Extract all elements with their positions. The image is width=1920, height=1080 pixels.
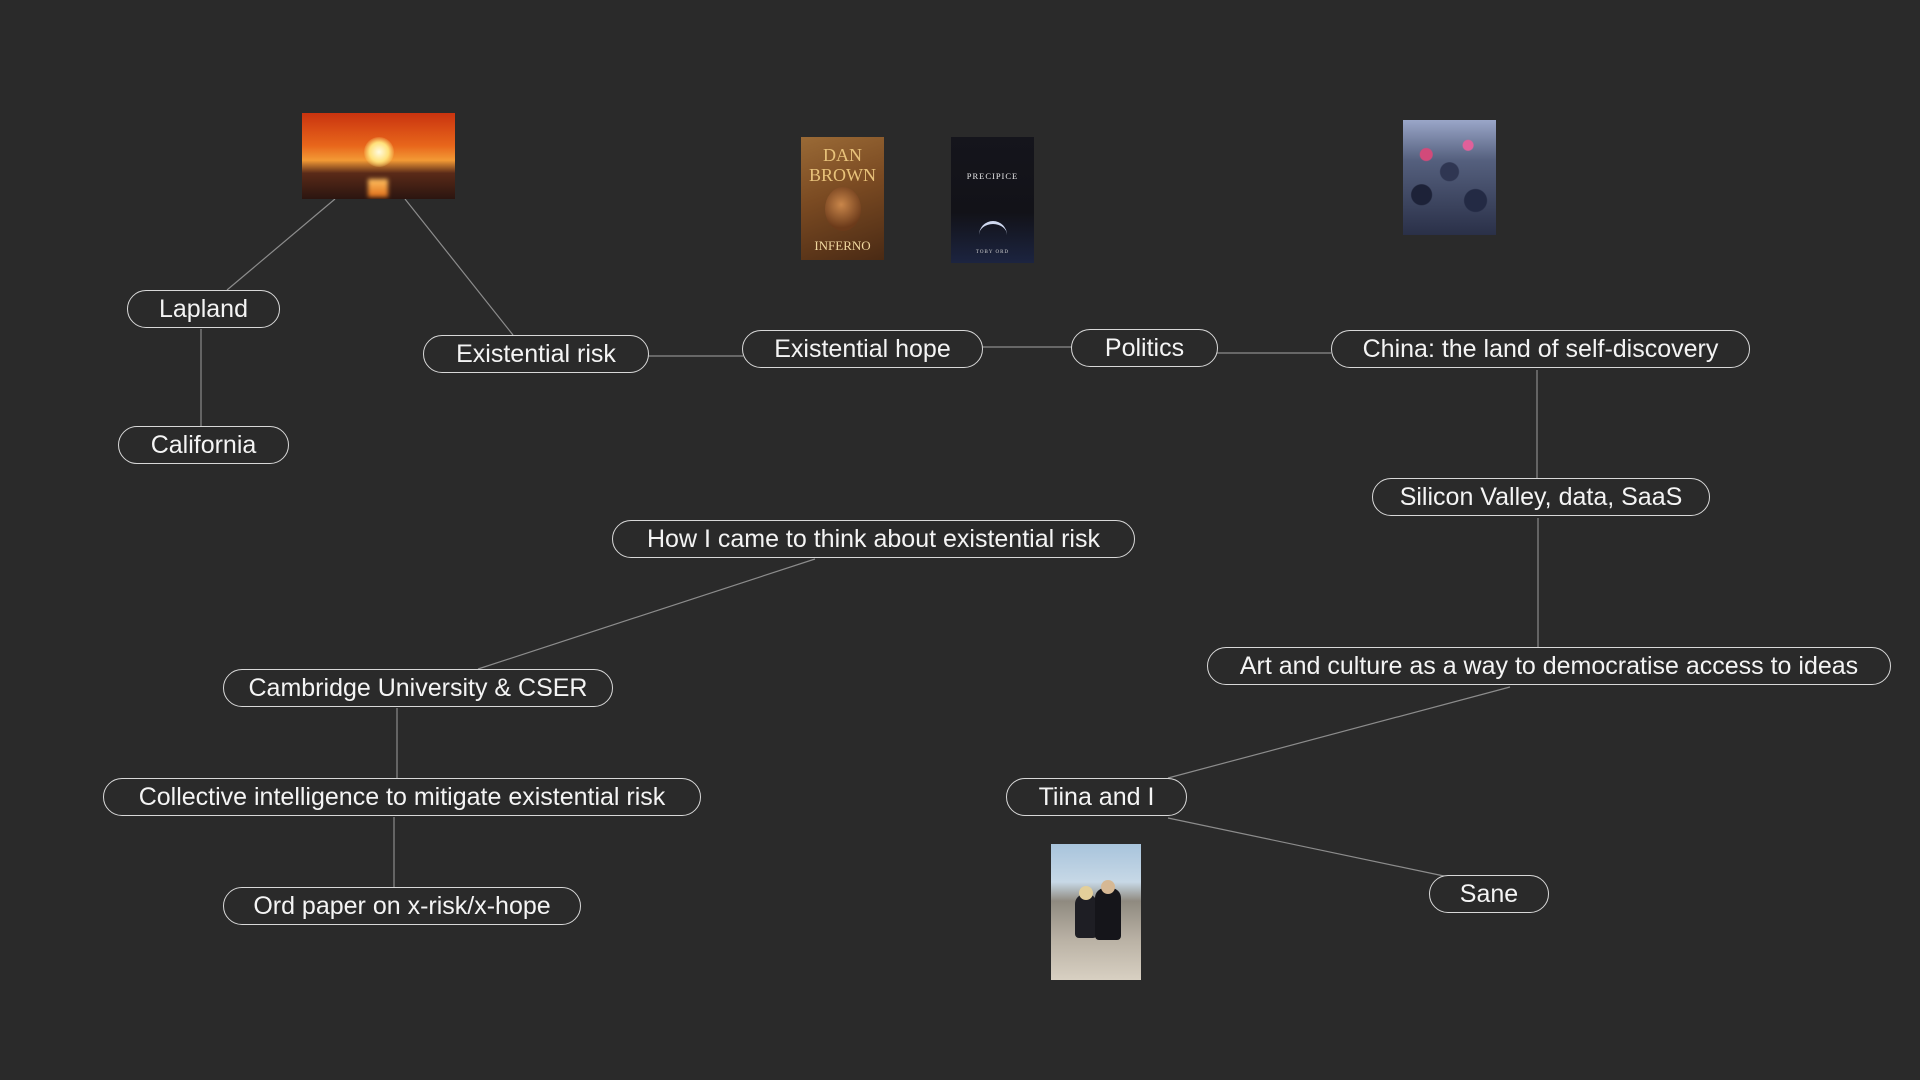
person-shape	[1075, 894, 1097, 938]
edge-tiina-sane	[1167, 817, 1445, 877]
node-collective-intelligence[interactable]: Collective intelligence to mitigate exis…	[103, 778, 701, 816]
inferno-book-cover-image[interactable]: DAN BROWN INFERNO	[801, 137, 884, 260]
precipice-author-text: TOBY ORD	[975, 250, 1010, 255]
head-shape	[1079, 886, 1093, 900]
node-cambridge[interactable]: Cambridge University & CSER	[223, 669, 613, 707]
node-existential-hope[interactable]: Existential hope	[742, 330, 983, 368]
node-how-i-came[interactable]: How I came to think about existential ri…	[612, 520, 1135, 558]
couple-photo-image[interactable]	[1051, 844, 1141, 980]
crowd-photo-image[interactable]	[1403, 120, 1496, 235]
node-china[interactable]: China: the land of self-discovery	[1331, 330, 1750, 368]
node-ord-paper[interactable]: Ord paper on x-risk/x-hope	[223, 887, 581, 925]
node-silicon-valley[interactable]: Silicon Valley, data, SaaS	[1372, 478, 1710, 516]
node-california[interactable]: California	[118, 426, 289, 464]
inferno-author-text: DAN BROWN	[809, 145, 876, 185]
head-shape	[1101, 880, 1115, 894]
precipice-title-text: PRECIPICE	[966, 171, 1019, 181]
node-existential-risk[interactable]: Existential risk	[423, 335, 649, 373]
edge-sunset-lapland	[226, 198, 336, 291]
edge-sunset-existential-risk	[404, 198, 514, 336]
edge-how-cambridge	[477, 558, 816, 670]
node-sane[interactable]: Sane	[1429, 875, 1549, 913]
node-tiina[interactable]: Tiina and I	[1006, 778, 1187, 816]
inferno-title-text: INFERNO	[814, 238, 871, 253]
sun-shape	[364, 137, 394, 167]
sun-reflection-shape	[368, 179, 388, 197]
node-politics[interactable]: Politics	[1071, 329, 1218, 367]
person-shape	[1095, 888, 1121, 940]
edge-art-tiina	[1167, 686, 1511, 779]
sunset-image[interactable]	[302, 113, 455, 199]
node-lapland[interactable]: Lapland	[127, 290, 280, 328]
portrait-shape	[825, 187, 861, 231]
node-art-culture[interactable]: Art and culture as a way to democratise …	[1207, 647, 1891, 685]
precipice-book-cover-image[interactable]: PRECIPICE TOBY ORD	[951, 137, 1034, 263]
mind-map-canvas: DAN BROWN INFERNO PRECIPICE TOBY ORD Lap…	[0, 0, 1920, 1080]
planet-arc-shape	[979, 221, 1007, 249]
